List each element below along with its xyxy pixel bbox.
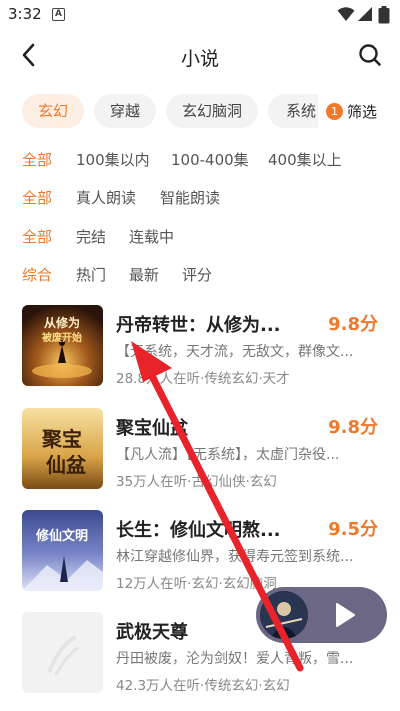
filter-button[interactable]: 1 筛选	[318, 94, 400, 128]
book-cover: 从修为 被废开始	[22, 305, 103, 386]
chip-length-under100[interactable]: 100集以内	[76, 149, 150, 170]
page-title: 小说	[180, 48, 219, 70]
book-item[interactable]: 聚宝 仙盆 聚宝仙盆 9.8分 【凡人流】【无系统】，太虚门杂役... 35万人…	[0, 408, 400, 500]
chip-length-over400[interactable]: 400集以上	[268, 149, 342, 170]
chip-voice-all[interactable]: 全部	[22, 187, 52, 208]
chip-sort-rating[interactable]: 评分	[182, 264, 212, 285]
chip-sort-newest[interactable]: 最新	[129, 264, 159, 285]
book-meta: 35万人在听·古幻仙侠·玄幻	[116, 474, 277, 490]
filter-row-status: 全部 完结 连载中	[0, 226, 400, 250]
book-meta: 42.3万人在听·传统玄幻·玄幻	[116, 678, 290, 694]
chip-sort-overall[interactable]: 综合	[22, 264, 52, 285]
book-cover: 修仙文明	[22, 510, 103, 591]
notification-app-icon: A	[52, 8, 65, 21]
filter-row-length: 全部 100集以内 100-400集 400集以上	[0, 149, 400, 173]
book-score: 9.5分	[328, 519, 378, 540]
book-item[interactable]: 从修为 被废开始 丹帝转世：从修为... 9.8分 【无系统，天才流，无敌文，群…	[0, 305, 400, 397]
filter-row-sort: 综合 热门 最新 评分	[0, 264, 400, 288]
battery-icon	[378, 6, 390, 24]
svg-text:从修为: 从修为	[44, 315, 80, 330]
signal-icon	[358, 7, 372, 21]
book-description: 【无系统，天才流，无敌文，群像文...	[116, 344, 354, 360]
tab-xuanhuan-naodong[interactable]: 玄幻脑洞	[166, 94, 258, 128]
svg-text:修仙文明: 修仙文明	[35, 528, 88, 544]
svg-text:被废开始: 被废开始	[42, 331, 82, 344]
chip-status-complete[interactable]: 完结	[76, 226, 106, 247]
book-title: 聚宝仙盆	[116, 418, 188, 439]
filter-row-voice: 全部 真人朗读 智能朗读	[0, 187, 400, 211]
book-title: 丹帝转世：从修为...	[116, 315, 281, 336]
svg-text:聚宝: 聚宝	[41, 427, 82, 451]
search-icon[interactable]	[356, 41, 384, 69]
chip-status-all[interactable]: 全部	[22, 226, 52, 247]
book-meta: 28.8万人在听·传统玄幻·天才	[116, 371, 290, 387]
chip-voice-ai[interactable]: 智能朗读	[160, 187, 220, 208]
chip-status-ongoing[interactable]: 连载中	[129, 226, 174, 247]
book-description: 林江穿越修仙界，获得寿元签到系统...	[116, 549, 354, 565]
book-title: 长生：修仙文明熬...	[116, 520, 281, 541]
wifi-icon	[337, 7, 355, 21]
mini-player-cover	[260, 591, 308, 639]
chip-sort-hot[interactable]: 热门	[76, 264, 106, 285]
book-title: 武极天尊	[116, 622, 188, 643]
category-tabs: 玄幻 穿越 玄幻脑洞 系统 1 筛选	[0, 94, 400, 130]
book-cover: 聚宝 仙盆	[22, 408, 103, 489]
book-score: 9.8分	[328, 417, 378, 438]
book-cover-placeholder	[22, 612, 103, 693]
filter-label: 筛选	[347, 103, 378, 121]
header: 小说	[0, 30, 400, 80]
tab-xuanhuan[interactable]: 玄幻	[22, 94, 84, 128]
chip-voice-human[interactable]: 真人朗读	[76, 187, 136, 208]
book-description: 【凡人流】【无系统】，太虚门杂役...	[116, 447, 340, 463]
mini-player[interactable]	[256, 587, 387, 643]
filter-count-badge: 1	[326, 103, 343, 120]
chip-length-all[interactable]: 全部	[22, 149, 52, 170]
chip-length-100-400[interactable]: 100-400集	[171, 149, 249, 170]
status-bar: 3:32 A	[0, 0, 400, 30]
book-score: 9.8分	[328, 314, 378, 335]
book-description: 丹田被废，沦为剑奴！爱人背叛，雪...	[116, 651, 354, 667]
play-icon[interactable]	[330, 601, 358, 629]
svg-text:仙盆: 仙盆	[46, 453, 87, 477]
status-time: 3:32	[8, 5, 42, 23]
tab-chuanyue[interactable]: 穿越	[94, 94, 156, 128]
book-meta: 12万人在听·玄幻·玄幻脑洞	[116, 576, 277, 592]
